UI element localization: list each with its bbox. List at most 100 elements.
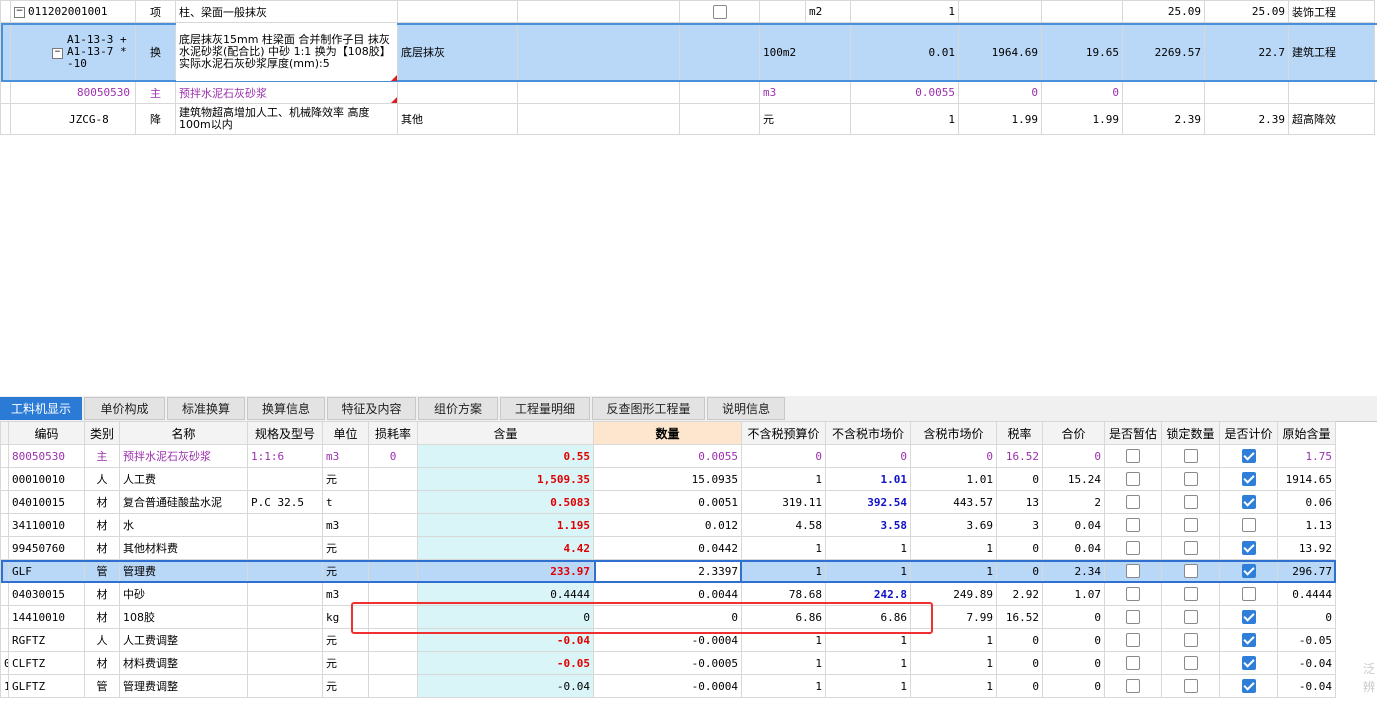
table-row[interactable]: 1GLFTZ管管理费调整元-0.04-0.000411100-0.04	[0, 674, 1336, 698]
row-content[interactable]: 233.97	[417, 559, 594, 583]
priced-checkbox[interactable]	[1241, 449, 1256, 463]
col-spec[interactable]: 规格及型号	[247, 421, 323, 445]
row-content[interactable]: 1.195	[417, 513, 594, 537]
row-priced-checkbox[interactable]	[1219, 467, 1278, 491]
row-quantity[interactable]: 0.0044	[593, 582, 742, 606]
col-market-price[interactable]: 不含税市场价	[825, 421, 911, 445]
col-total[interactable]: 合价	[1042, 421, 1105, 445]
provisional-checkbox[interactable]	[1126, 564, 1140, 578]
priced-checkbox[interactable]	[1241, 472, 1256, 486]
priced-checkbox[interactable]	[1241, 587, 1256, 601]
tab-unit-price[interactable]: 单价构成	[84, 397, 165, 420]
quota-row[interactable]: 80050530 主 预拌水泥石灰砂浆 m3 0.0055 0 0	[0, 81, 1377, 104]
row-provisional-checkbox[interactable]	[1104, 674, 1162, 698]
table-row[interactable]: 00010010 人人工费元 1,509.35 15.0935 1 1.01 1.01 0 15…	[0, 467, 1336, 491]
row-quantity[interactable]: 0.0442	[593, 536, 742, 560]
row-priced-checkbox[interactable]	[1219, 490, 1278, 514]
lock-checkbox[interactable]	[1183, 495, 1198, 509]
row-quantity[interactable]: 2.3397	[593, 559, 742, 583]
row-content[interactable]: -0.04	[417, 674, 594, 698]
priced-checkbox[interactable]	[1241, 656, 1256, 670]
col-provisional[interactable]: 是否暂估	[1104, 421, 1162, 445]
row-provisional-checkbox[interactable]	[1104, 582, 1162, 606]
row-lock-checkbox[interactable]	[1161, 467, 1220, 491]
lock-checkbox[interactable]	[1183, 564, 1198, 578]
row-name[interactable]: 底层抹灰15mm 柱梁面 合并制作子目 抹灰水泥砂浆(配合比) 中砂 1:1 换…	[175, 22, 398, 82]
lock-checkbox[interactable]	[1183, 679, 1198, 693]
row-provisional-checkbox[interactable]	[1104, 628, 1162, 652]
row-priced-checkbox[interactable]	[1219, 536, 1278, 560]
row-provisional-checkbox[interactable]	[1104, 467, 1162, 491]
tab-features[interactable]: 特征及内容	[327, 397, 416, 420]
row-lock-checkbox[interactable]	[1161, 444, 1220, 468]
lock-checkbox[interactable]	[1183, 656, 1198, 670]
lock-checkbox[interactable]	[1183, 633, 1198, 647]
col-tax-rate[interactable]: 税率	[996, 421, 1043, 445]
row-quantity[interactable]: -0.0004	[593, 628, 742, 652]
collapse-icon[interactable]: −	[14, 6, 25, 18]
provisional-checkbox[interactable]	[1126, 495, 1140, 509]
lock-checkbox[interactable]	[1183, 518, 1198, 532]
quota-row-selected[interactable]: A1-13-3 + − A1-13-7 * -10 换 底层抹灰15mm 柱梁面…	[0, 22, 1377, 82]
row-lock-checkbox[interactable]	[1161, 559, 1220, 583]
provisional-checkbox[interactable]	[1126, 518, 1140, 532]
row-provisional-checkbox[interactable]	[1104, 513, 1162, 537]
col-loss-rate[interactable]: 损耗率	[368, 421, 418, 445]
row-priced-checkbox[interactable]	[1219, 651, 1278, 675]
row-quantity[interactable]: 15.0935	[593, 467, 742, 491]
tab-graphic-quantity[interactable]: 反查图形工程量	[592, 397, 705, 420]
row-lock-checkbox[interactable]	[1161, 536, 1220, 560]
row-lock-checkbox[interactable]	[1161, 605, 1220, 629]
row-market-price[interactable]: 3.58	[825, 513, 911, 537]
row-priced-checkbox[interactable]	[1219, 559, 1278, 583]
row-priced-checkbox[interactable]	[1219, 605, 1278, 629]
tab-labor-material[interactable]: 工料机显示	[0, 397, 82, 420]
priced-checkbox[interactable]	[1241, 564, 1256, 578]
table-row[interactable]: RGFTZ 人人工费调整元 -0.04 -0.0004 1 1 1 0 0 -0.05	[0, 628, 1336, 652]
provisional-checkbox[interactable]	[1126, 587, 1140, 601]
lock-checkbox[interactable]	[1183, 472, 1198, 486]
provisional-checkbox[interactable]	[1126, 541, 1140, 555]
row-market-price[interactable]: 1	[825, 651, 911, 675]
row-quantity[interactable]: -0.0005	[593, 651, 742, 675]
quota-row[interactable]: −011202001001 项 柱、梁面一般抹灰 m2 1 25.09 25.0…	[0, 0, 1377, 23]
row-priced-checkbox[interactable]	[1219, 582, 1278, 606]
table-row[interactable]: 04030015 材中砂 m3 0.4444 0.0044 78.68 242.8 249.8…	[0, 582, 1336, 606]
row-quantity[interactable]: -0.0004	[593, 674, 742, 698]
row-checkbox[interactable]	[712, 4, 727, 19]
provisional-checkbox[interactable]	[1126, 449, 1140, 463]
row-market-price[interactable]: 1	[825, 628, 911, 652]
row-content[interactable]: 0	[417, 605, 594, 629]
tab-conversion-info[interactable]: 换算信息	[247, 397, 325, 420]
priced-checkbox[interactable]	[1241, 610, 1256, 624]
row-lock-checkbox[interactable]	[1161, 490, 1220, 514]
table-row[interactable]: 0CLFTZ材材料费调整元-0.05-0.000511100-0.04	[0, 651, 1336, 675]
row-priced-checkbox[interactable]	[1219, 674, 1278, 698]
col-priced[interactable]: 是否计价	[1219, 421, 1278, 445]
row-content[interactable]: 0.5083	[417, 490, 594, 514]
row-priced-checkbox[interactable]	[1219, 513, 1278, 537]
row-content[interactable]: 0.55	[417, 444, 594, 468]
row-provisional-checkbox[interactable]	[1104, 490, 1162, 514]
col-budget-price[interactable]: 不含税预算价	[741, 421, 826, 445]
tab-pricing-plan[interactable]: 组价方案	[418, 397, 498, 420]
row-provisional-checkbox[interactable]	[1104, 559, 1162, 583]
col-tax-market-price[interactable]: 含税市场价	[910, 421, 997, 445]
table-row[interactable]: 14410010 材 108胶 kg 0 0 6.86 6.86 7.99 16.52 0 0	[0, 605, 1336, 629]
row-lock-checkbox[interactable]	[1161, 651, 1220, 675]
provisional-checkbox[interactable]	[1126, 679, 1140, 693]
lock-checkbox[interactable]	[1183, 541, 1198, 555]
priced-checkbox[interactable]	[1241, 495, 1256, 509]
provisional-checkbox[interactable]	[1126, 633, 1140, 647]
lock-checkbox[interactable]	[1183, 587, 1198, 601]
quota-row[interactable]: JZCG-8 降 建筑物超高增加人工、机械降效率 高度100m以内 其他 元 1…	[0, 103, 1377, 135]
table-row[interactable]: 80050530 主预拌水泥石灰砂浆 1:1:6 m3 0 0.55 0.0055 0 0 0 16…	[0, 444, 1336, 468]
col-category[interactable]: 类别	[84, 421, 120, 445]
col-original-content[interactable]: 原始含量	[1277, 421, 1336, 445]
provisional-checkbox[interactable]	[1126, 610, 1140, 624]
table-row-selected[interactable]: GLF 管管理费元 233.97 2.3397 1 1 1 0 2.34 296.77	[0, 559, 1336, 583]
row-content[interactable]: 4.42	[417, 536, 594, 560]
row-market-price[interactable]: 242.8	[825, 582, 911, 606]
lock-checkbox[interactable]	[1183, 610, 1198, 624]
row-market-price[interactable]: 6.86	[825, 605, 911, 629]
